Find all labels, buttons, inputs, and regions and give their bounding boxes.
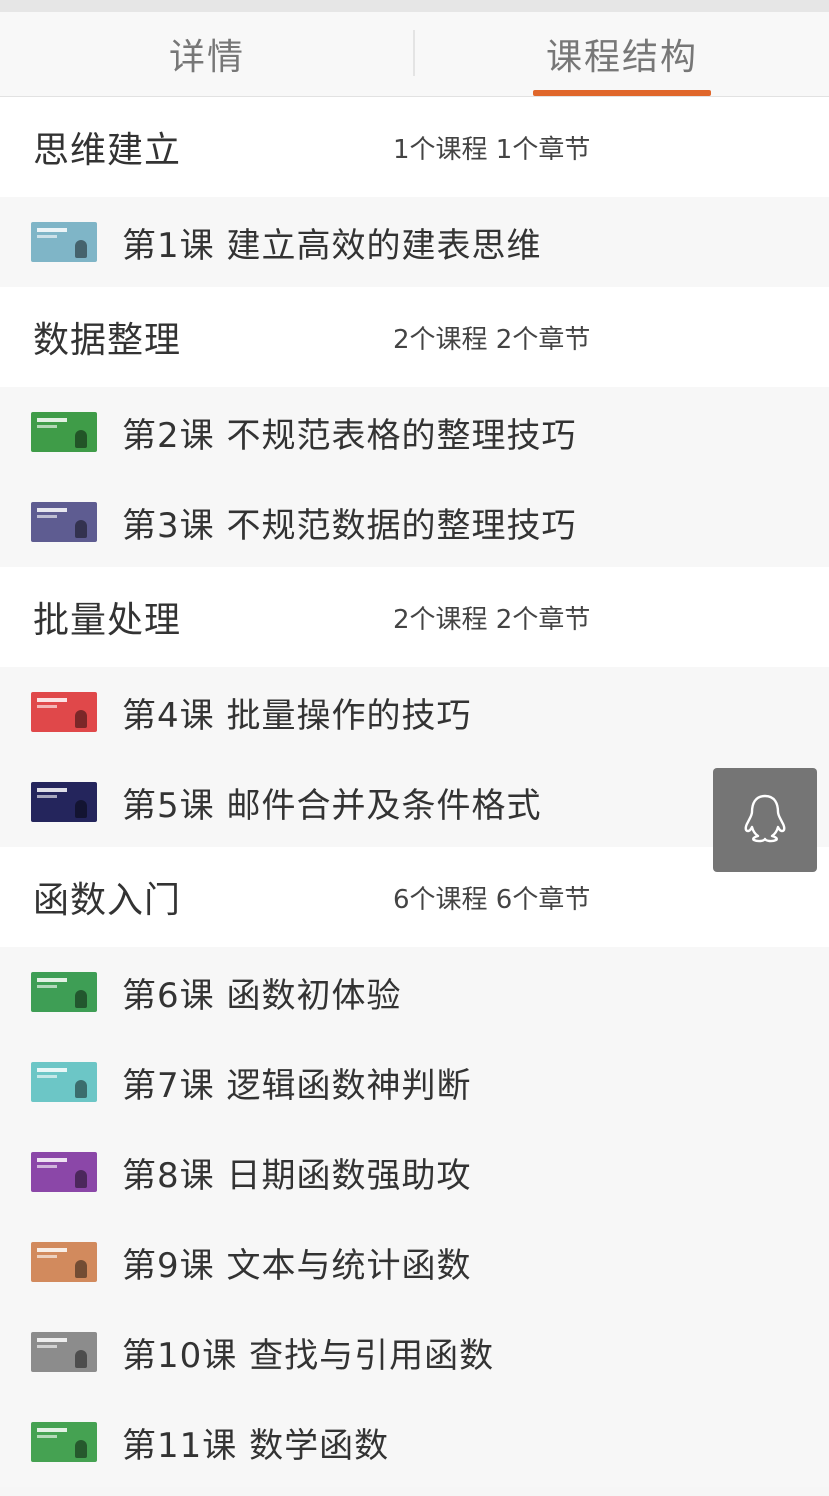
lesson-title: 第8课 日期函数强助攻 <box>122 1155 472 1196</box>
lesson-item[interactable]: 第11课 数学函数 <box>0 1397 829 1487</box>
section-header[interactable]: 函数入门 6个课程 6个章节 <box>0 847 829 947</box>
lesson-item[interactable]: 第9课 文本与统计函数 <box>0 1217 829 1307</box>
lesson-thumbnail <box>31 692 97 732</box>
active-tab-indicator <box>533 90 711 96</box>
tab-bar: 详情 课程结构 <box>0 12 829 97</box>
section-meta: 2个课程 2个章节 <box>393 324 591 355</box>
lesson-item[interactable]: 第5课 邮件合并及条件格式 <box>0 757 829 847</box>
lesson-item[interactable]: 第7课 逻辑函数神判断 <box>0 1037 829 1127</box>
lesson-title: 第1课 建立高效的建表思维 <box>122 225 542 266</box>
lesson-thumbnail <box>31 222 97 262</box>
lesson-title: 第10课 查找与引用函数 <box>122 1335 495 1376</box>
section-header[interactable]: 批量处理 2个课程 2个章节 <box>0 567 829 667</box>
lesson-title: 第9课 文本与统计函数 <box>122 1245 472 1286</box>
lesson-title: 第2课 不规范表格的整理技巧 <box>122 415 577 456</box>
section-meta: 1个课程 1个章节 <box>393 134 591 165</box>
tab-details[interactable]: 详情 <box>0 12 414 96</box>
lesson-thumbnail <box>31 1332 97 1372</box>
section-title: 数据整理 <box>33 320 182 361</box>
lesson-thumbnail <box>31 1152 97 1192</box>
lesson-item[interactable]: 第4课 批量操作的技巧 <box>0 667 829 757</box>
section-title: 函数入门 <box>33 880 182 921</box>
section-header[interactable]: 思维建立 1个课程 1个章节 <box>0 97 829 197</box>
lesson-title: 第5课 邮件合并及条件格式 <box>122 785 542 826</box>
lesson-thumbnail <box>31 502 97 542</box>
lesson-item[interactable]: 第3课 不规范数据的整理技巧 <box>0 477 829 567</box>
lesson-thumbnail <box>31 1422 97 1462</box>
qq-contact-button[interactable] <box>713 768 817 872</box>
lesson-title: 第7课 逻辑函数神判断 <box>122 1065 472 1106</box>
lesson-item[interactable]: 第10课 查找与引用函数 <box>0 1307 829 1397</box>
lesson-title: 第11课 数学函数 <box>122 1425 390 1466</box>
lesson-item[interactable]: 第6课 函数初体验 <box>0 947 829 1037</box>
lesson-thumbnail <box>31 1062 97 1102</box>
tab-course-structure[interactable]: 课程结构 <box>415 12 829 96</box>
section-title: 批量处理 <box>33 600 182 641</box>
lesson-title: 第6课 函数初体验 <box>122 975 402 1016</box>
lesson-item[interactable]: 第2课 不规范表格的整理技巧 <box>0 387 829 477</box>
lesson-thumbnail <box>31 972 97 1012</box>
section-header[interactable]: 数据整理 2个课程 2个章节 <box>0 287 829 387</box>
lesson-item[interactable]: 第1课 建立高效的建表思维 <box>0 197 829 287</box>
lesson-title: 第4课 批量操作的技巧 <box>122 695 472 736</box>
status-bar-strip <box>0 0 829 12</box>
section-meta: 6个课程 6个章节 <box>393 884 591 915</box>
lesson-thumbnail <box>31 782 97 822</box>
lesson-thumbnail <box>31 412 97 452</box>
lesson-item[interactable]: 第8课 日期函数强助攻 <box>0 1127 829 1217</box>
section-title: 思维建立 <box>33 130 182 171</box>
section-meta: 2个课程 2个章节 <box>393 604 591 635</box>
lesson-thumbnail <box>31 1242 97 1282</box>
qq-penguin-icon <box>742 793 788 847</box>
course-structure-list: 思维建立 1个课程 1个章节 第1课 建立高效的建表思维 数据整理 2个课程 2… <box>0 97 829 1487</box>
lesson-title: 第3课 不规范数据的整理技巧 <box>122 505 577 546</box>
